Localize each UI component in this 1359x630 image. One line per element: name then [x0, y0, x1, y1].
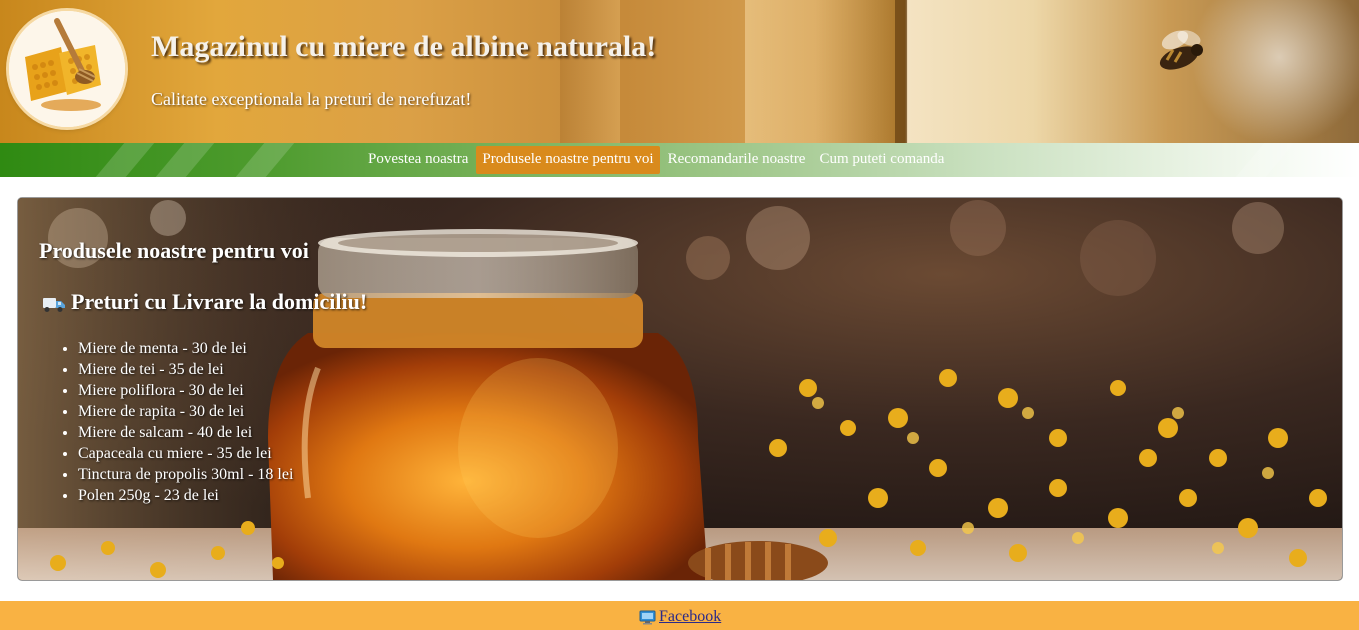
- nav-decor-stripe: [1235, 143, 1295, 177]
- bee-icon: [1145, 26, 1215, 80]
- product-item: Miere de salcam - 40 de lei: [78, 422, 293, 443]
- main-nav: Povestea noastra Produsele noastre pentr…: [0, 143, 1359, 177]
- nav-decor-stripe: [95, 143, 155, 177]
- header-background-divider: [895, 0, 907, 143]
- product-item: Miere de rapita - 30 de lei: [78, 401, 293, 422]
- header-background-plank: [745, 0, 895, 143]
- nav-item-cum-puteti-comanda[interactable]: Cum puteti comanda: [813, 146, 950, 174]
- delivery-heading-text: Preturi cu Livrare la domiciliu!: [71, 289, 368, 314]
- nav-decor-stripe: [155, 143, 215, 177]
- product-item: Miere de tei - 35 de lei: [78, 359, 293, 380]
- product-item: Capaceala cu miere - 35 de lei: [78, 443, 293, 464]
- product-item: Miere de menta - 30 de lei: [78, 338, 293, 359]
- product-item: Tinctura de propolis 30ml - 18 lei: [78, 464, 293, 485]
- nav-decor-stripe: [235, 143, 295, 177]
- site-title: Magazinul cu miere de albine naturala!: [151, 30, 657, 63]
- facebook-link[interactable]: Facebook: [639, 608, 721, 626]
- site-footer: Facebook: [0, 601, 1359, 630]
- nav-item-recomandarile-noastre[interactable]: Recomandarile noastre: [662, 146, 812, 174]
- honeycomb-logo-icon[interactable]: [9, 11, 125, 127]
- site-tagline: Calitate exceptionala la preturi de nere…: [151, 89, 472, 109]
- product-item: Polen 250g - 23 de lei: [78, 485, 293, 506]
- monitor-icon: [639, 610, 656, 625]
- facebook-link-label: Facebook: [659, 608, 722, 625]
- nav-list: Povestea noastra Produsele noastre pentr…: [362, 146, 952, 174]
- site-header: Magazinul cu miere de albine naturala! C…: [0, 0, 1359, 143]
- header-background-wood: [560, 0, 620, 143]
- product-list: Miere de menta - 30 de lei Miere de tei …: [61, 338, 293, 506]
- delivery-heading: Preturi cu Livrare la domiciliu!: [42, 289, 367, 315]
- nav-item-produsele-noastre[interactable]: Produsele noastre pentru voi: [476, 146, 660, 174]
- products-panel: Produsele noastre pentru voi Preturi cu …: [17, 197, 1343, 581]
- nav-item-povestea-noastra[interactable]: Povestea noastra: [362, 146, 474, 174]
- truck-icon: [42, 293, 66, 312]
- products-heading: Produsele noastre pentru voi: [39, 238, 309, 263]
- product-item: Miere poliflora - 30 de lei: [78, 380, 293, 401]
